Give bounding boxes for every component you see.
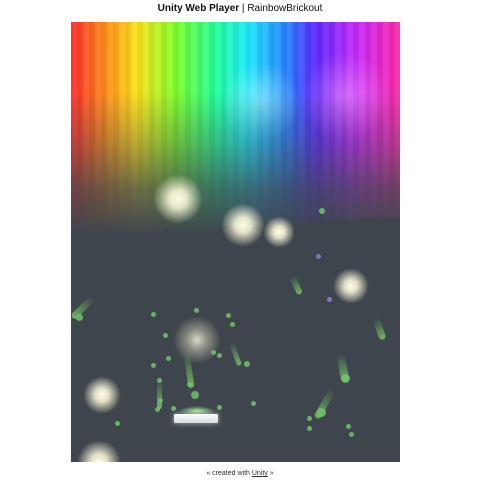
footer-prefix: « created with bbox=[206, 470, 252, 477]
particle bbox=[187, 382, 192, 387]
particle bbox=[158, 398, 163, 403]
glowing-ball bbox=[333, 268, 369, 304]
particle bbox=[166, 356, 171, 361]
particle bbox=[327, 297, 332, 302]
particle bbox=[157, 378, 162, 383]
particle bbox=[251, 401, 256, 406]
particle bbox=[230, 322, 235, 327]
particle bbox=[319, 208, 325, 214]
footer-suffix: » bbox=[267, 470, 274, 477]
game-canvas[interactable] bbox=[71, 22, 400, 462]
particle bbox=[171, 406, 176, 411]
particle bbox=[307, 416, 312, 421]
particle bbox=[151, 363, 156, 368]
particle-trail bbox=[372, 317, 387, 341]
particle bbox=[244, 361, 250, 367]
particle-trail bbox=[157, 379, 162, 409]
particle bbox=[217, 353, 222, 358]
particle-trail bbox=[289, 274, 303, 296]
glowing-ball bbox=[173, 316, 221, 364]
particle bbox=[217, 405, 222, 410]
unity-link[interactable]: Unity bbox=[252, 470, 268, 477]
particle bbox=[349, 432, 354, 437]
particle bbox=[155, 407, 160, 412]
particle bbox=[226, 313, 231, 318]
particle bbox=[163, 333, 168, 338]
paddle[interactable] bbox=[174, 414, 218, 423]
page-header: Unity Web Player | RainbowBrickout bbox=[0, 3, 480, 14]
page-footer: « created with Unity » bbox=[0, 470, 480, 477]
particle bbox=[194, 308, 199, 313]
particle-trail bbox=[229, 341, 242, 367]
game-title: RainbowBrickout bbox=[247, 3, 323, 14]
particle bbox=[307, 426, 312, 431]
particle bbox=[317, 408, 326, 417]
particle bbox=[316, 254, 321, 259]
particle bbox=[341, 374, 350, 383]
particle bbox=[346, 424, 351, 429]
player-name: Unity Web Player bbox=[157, 3, 240, 14]
particle bbox=[211, 350, 216, 355]
glowing-ball bbox=[77, 440, 121, 462]
particle bbox=[191, 391, 199, 399]
particle bbox=[151, 312, 156, 317]
particle bbox=[115, 421, 120, 426]
rainbow-fade bbox=[71, 22, 400, 254]
particle bbox=[76, 314, 83, 321]
glowing-ball bbox=[83, 376, 121, 414]
